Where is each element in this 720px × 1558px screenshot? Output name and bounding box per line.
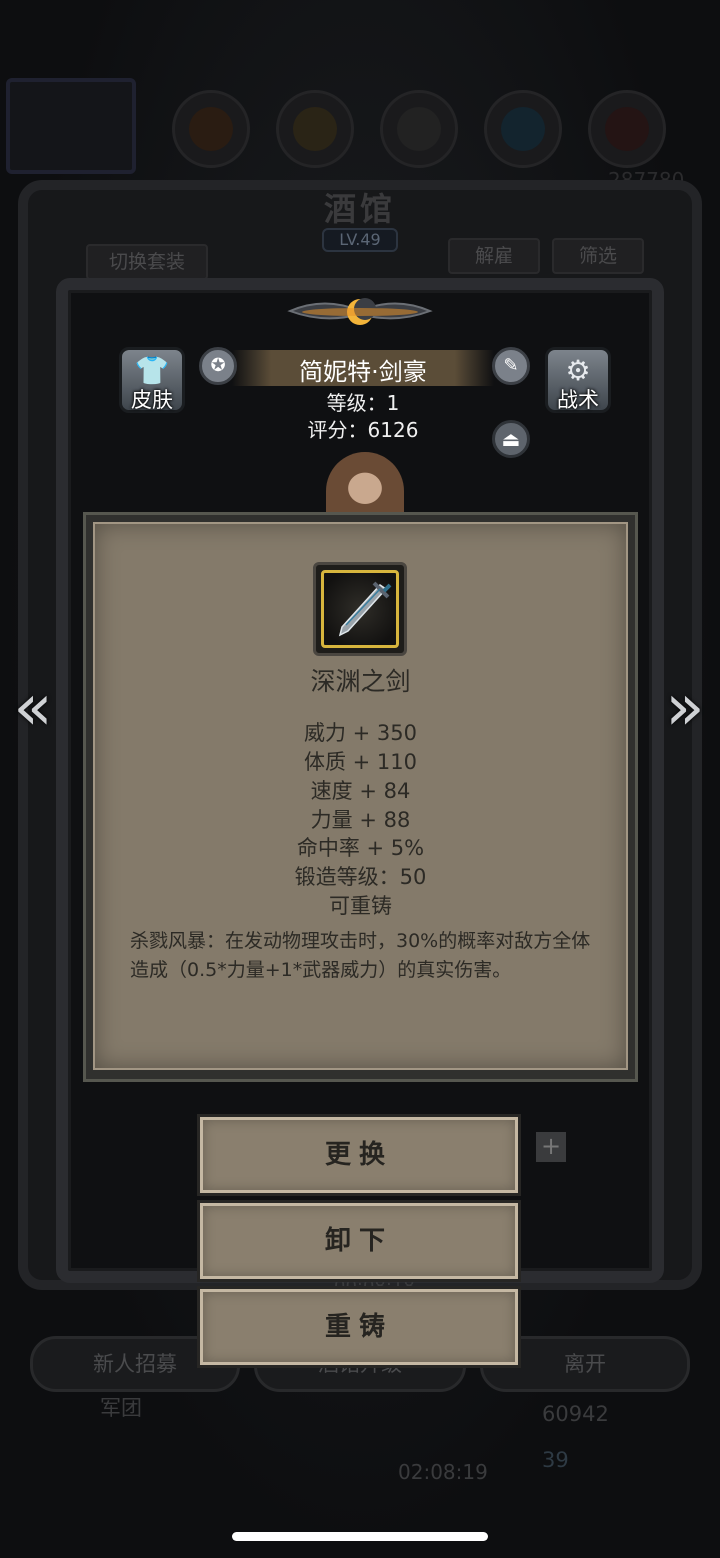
menu-icon-2 <box>276 90 354 168</box>
item-icon-slot <box>321 570 399 648</box>
menu-icon-3 <box>380 90 458 168</box>
gear-icon: ⚙ <box>565 354 591 387</box>
tavern-title: 酒馆 <box>323 190 396 228</box>
edit-name-icon[interactable]: ✎ <box>492 347 530 385</box>
double-chevron-left-icon[interactable]: « <box>10 676 56 746</box>
skin-label: 皮肤 <box>131 388 173 412</box>
unequip-button[interactable]: 卸下 <box>200 1203 518 1279</box>
item-stat-strength: 力量 + 88 <box>310 808 411 832</box>
skin-button[interactable]: 👕 皮肤 <box>119 347 185 413</box>
guild-label: 军团 <box>100 1396 142 1420</box>
switch-outfit-button[interactable]: 切换套装 <box>86 244 208 280</box>
upload-icon[interactable]: ⏏ <box>492 420 530 458</box>
character-name: 简妮特·剑豪 <box>299 358 427 386</box>
gold-amount: 60942 <box>542 1402 609 1426</box>
add-icon[interactable]: + <box>536 1132 566 1162</box>
dismiss-button[interactable]: 解雇 <box>448 238 540 274</box>
item-forge-level: 锻造等级：50 <box>294 865 427 889</box>
item-stat-speed: 速度 + 84 <box>310 779 411 803</box>
item-description: 杀戮风暴：在发动物理攻击时，30%的概率对敌方全体造成（0.5*力量+1*武器威… <box>130 930 591 981</box>
character-level: 等级：1 <box>326 391 400 415</box>
character-score: 评分：6126 <box>307 418 419 442</box>
reforge-button[interactable]: 重铸 <box>200 1289 518 1365</box>
menu-icon-5 <box>588 90 666 168</box>
item-reforgeable: 可重铸 <box>329 894 392 918</box>
tavern-level-badge: LV.49 <box>322 228 398 252</box>
shirt-icon: 👕 <box>134 354 170 387</box>
bottom-timer: 02:08:19 <box>398 1460 488 1484</box>
player-avatar <box>6 78 136 174</box>
menu-icon-4 <box>484 90 562 168</box>
gem-amount: 39 <box>542 1448 569 1472</box>
sword-icon <box>338 581 392 637</box>
crescent-emblem-icon <box>287 298 433 325</box>
menu-icon-1 <box>172 90 250 168</box>
home-indicator[interactable] <box>232 1532 488 1541</box>
replace-button[interactable]: 更换 <box>200 1117 518 1193</box>
tactics-label: 战术 <box>557 388 599 412</box>
item-stat-power: 威力 + 350 <box>303 721 418 745</box>
item-name: 深渊之剑 <box>310 667 411 696</box>
tactics-button[interactable]: ⚙ 战术 <box>545 347 611 413</box>
double-chevron-right-icon[interactable]: » <box>662 676 708 746</box>
item-stat-constitution: 体质 + 110 <box>303 750 418 774</box>
filter-button[interactable]: 筛选 <box>552 238 644 274</box>
item-stat-hit-rate: 命中率 + 5% <box>296 836 425 860</box>
